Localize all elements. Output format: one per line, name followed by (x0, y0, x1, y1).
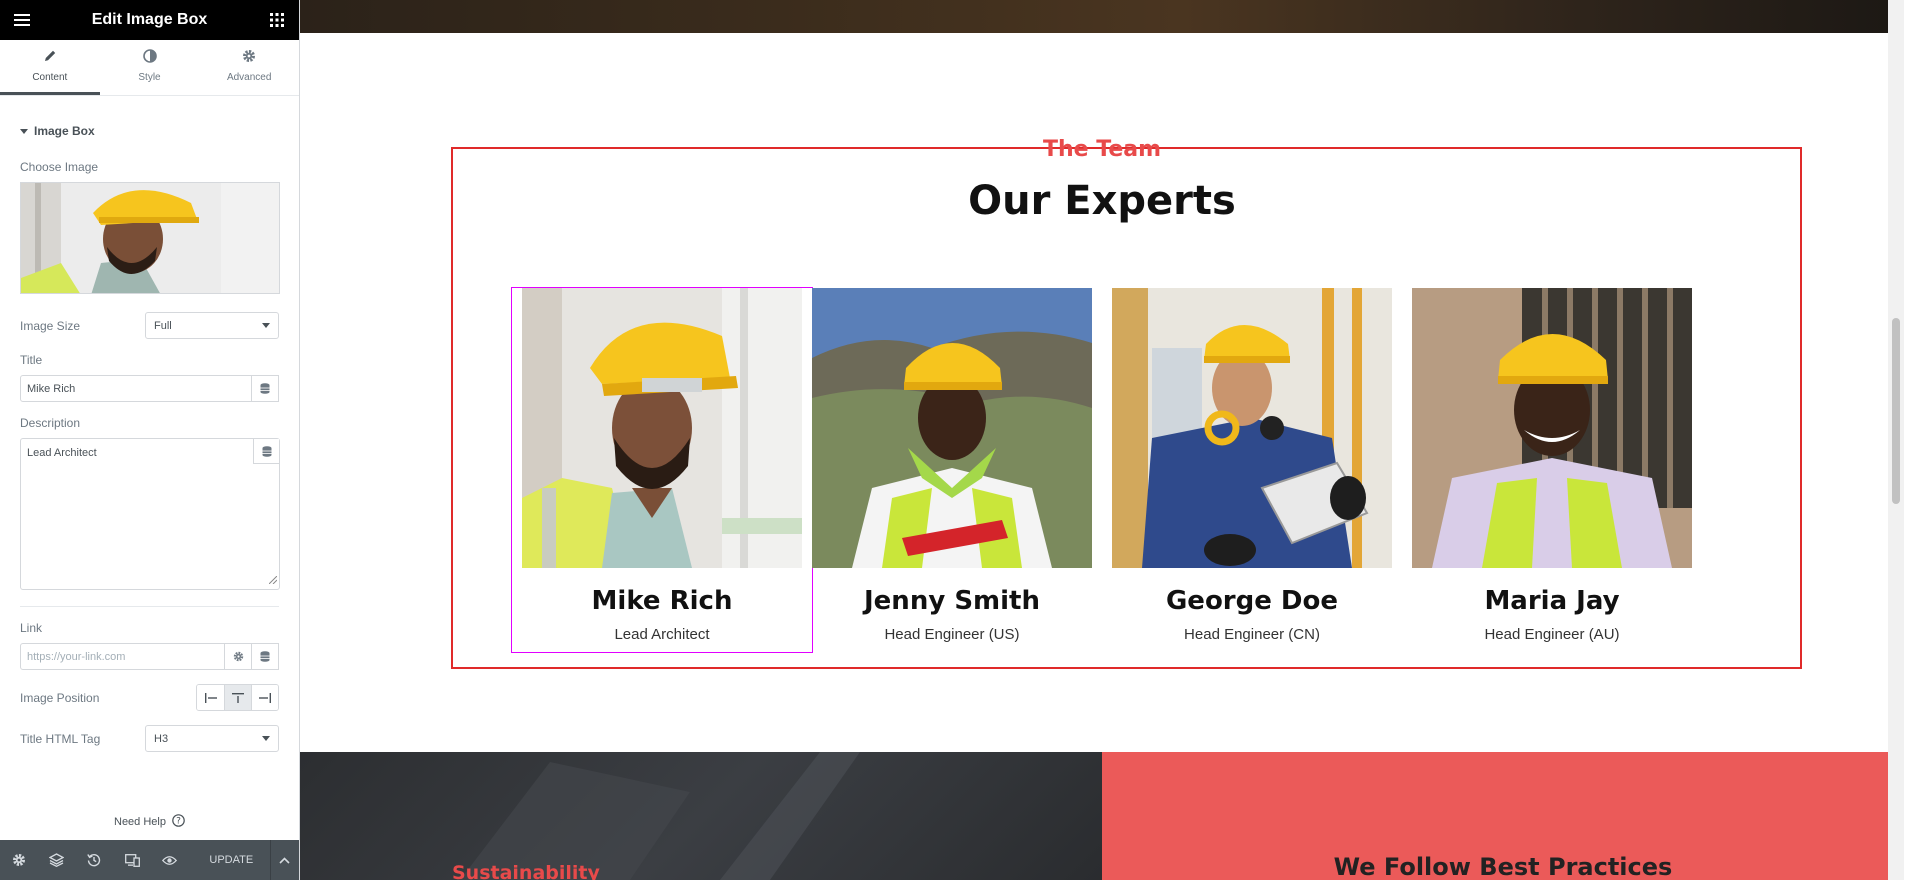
link-dynamic-tags-button[interactable] (252, 643, 279, 670)
save-options-chevron-up-icon[interactable] (269, 840, 299, 880)
caret-down-icon (20, 128, 28, 134)
layers-icon[interactable] (38, 840, 76, 880)
divider (20, 606, 279, 607)
title-tag-label: Title HTML Tag (20, 731, 101, 746)
team-photo (1112, 288, 1392, 568)
position-right-button[interactable] (251, 685, 278, 710)
gear-icon (242, 49, 256, 66)
link-control: https://your-link.com (20, 643, 279, 670)
contrast-icon (142, 49, 157, 66)
section-title: Image Box (34, 124, 95, 138)
settings-gear-icon[interactable] (0, 840, 38, 880)
member-role: Head Engineer (CN) (1184, 626, 1320, 643)
panel-controls: Image Box Choose Image Image Size Full T… (0, 96, 299, 840)
description-dynamic-tags-button[interactable] (253, 439, 279, 464)
image-size-label: Image Size (20, 318, 81, 333)
title-label: Title (20, 353, 43, 367)
panel-title: Edit Image Box (91, 11, 208, 28)
database-icon (262, 445, 271, 457)
align-top-icon (232, 692, 244, 703)
need-help-label: Need Help (114, 816, 166, 828)
page-scrollbar[interactable] (1888, 0, 1904, 880)
image-size-value: Full (154, 319, 172, 332)
sustainability-heading: Sustainability (452, 862, 600, 880)
chevron-down-icon (262, 323, 270, 328)
responsive-mode-icon[interactable] (113, 840, 151, 880)
hamburger-menu-icon[interactable] (12, 10, 32, 30)
member-name: Maria Jay (1484, 586, 1620, 616)
choose-image-label: Choose Image (20, 160, 99, 174)
tab-style[interactable]: Style (100, 40, 200, 95)
align-left-icon (204, 692, 217, 703)
title-control: Mike Rich (20, 375, 279, 402)
team-eyebrow: The Team (1042, 137, 1162, 162)
image-position-label: Image Position (20, 690, 100, 705)
sustainability-section-bg (300, 752, 1102, 880)
team-card[interactable]: George Doe Head Engineer (CN) (1112, 288, 1392, 654)
gear-icon (233, 651, 243, 662)
title-input[interactable]: Mike Rich (20, 375, 253, 402)
image-preview[interactable] (20, 182, 280, 294)
best-practices-heading: We Follow Best Practices (1333, 853, 1673, 880)
help-circle-icon: ? (172, 814, 185, 830)
dynamic-tags-button[interactable] (252, 375, 279, 402)
description-label: Description (20, 416, 81, 430)
chevron-down-icon (262, 736, 270, 741)
panel-header: Edit Image Box (0, 0, 299, 40)
image-position-control: Image Position (20, 684, 279, 711)
database-icon (260, 383, 270, 394)
editor-panel: Edit Image Box Content Style Advanced Im… (0, 0, 300, 880)
tab-style-label: Style (138, 72, 161, 83)
team-heading: Our Experts (968, 178, 1236, 224)
tab-content-label: Content (32, 72, 68, 83)
tab-advanced[interactable]: Advanced (199, 40, 299, 95)
history-icon[interactable] (75, 840, 113, 880)
image-position-choices (196, 684, 279, 711)
title-tag-control: Title HTML Tag H3 (20, 725, 279, 752)
team-photo (522, 288, 802, 568)
team-card[interactable]: Maria Jay Head Engineer (AU) (1412, 288, 1692, 654)
svg-text:?: ? (176, 817, 181, 827)
link-options-button[interactable] (225, 643, 253, 670)
member-name: Mike Rich (591, 586, 733, 616)
member-role: Lead Architect (614, 626, 710, 643)
position-top-button[interactable] (224, 685, 251, 710)
member-name: Jenny Smith (864, 586, 1040, 616)
widgets-grid-icon[interactable] (267, 10, 287, 30)
panel-footer: UPDATE (0, 840, 299, 880)
member-role: Head Engineer (AU) (1484, 626, 1620, 643)
image-size-control: Image Size Full (20, 312, 279, 339)
tab-content[interactable]: Content (0, 40, 100, 95)
scrollbar-thumb[interactable] (1892, 318, 1900, 504)
description-textarea[interactable]: Lead Architect (20, 438, 280, 590)
link-input[interactable]: https://your-link.com (20, 643, 226, 670)
image-size-select[interactable]: Full (145, 312, 279, 339)
member-role: Head Engineer (US) (884, 626, 1020, 643)
update-button[interactable]: UPDATE (193, 840, 270, 880)
database-icon (260, 651, 270, 662)
pencil-icon (43, 49, 57, 66)
section-image-box-toggle[interactable]: Image Box (20, 124, 279, 138)
resize-handle-icon[interactable] (268, 575, 278, 587)
position-left-button[interactable] (197, 685, 224, 710)
hero-image-strip (300, 0, 1904, 33)
member-name: George Doe (1165, 586, 1339, 616)
description-value: Lead Architect (27, 447, 97, 459)
need-help-link[interactable]: Need Help ? (0, 814, 299, 830)
team-photo (812, 288, 1092, 568)
title-tag-value: H3 (154, 732, 169, 745)
panel-tabs: Content Style Advanced (0, 40, 299, 96)
page-preview: The Team Our Experts Mike Rich Lead Arch… (300, 0, 1904, 880)
preview-eye-icon[interactable] (151, 840, 189, 880)
team-photo (1412, 288, 1692, 568)
link-label: Link (20, 621, 43, 635)
title-tag-select[interactable]: H3 (145, 725, 279, 752)
team-card[interactable]: Mike Rich Lead Architect (511, 287, 813, 653)
align-right-icon (259, 692, 271, 703)
team-card[interactable]: Jenny Smith Head Engineer (US) (812, 288, 1092, 654)
tab-advanced-label: Advanced (226, 72, 272, 83)
